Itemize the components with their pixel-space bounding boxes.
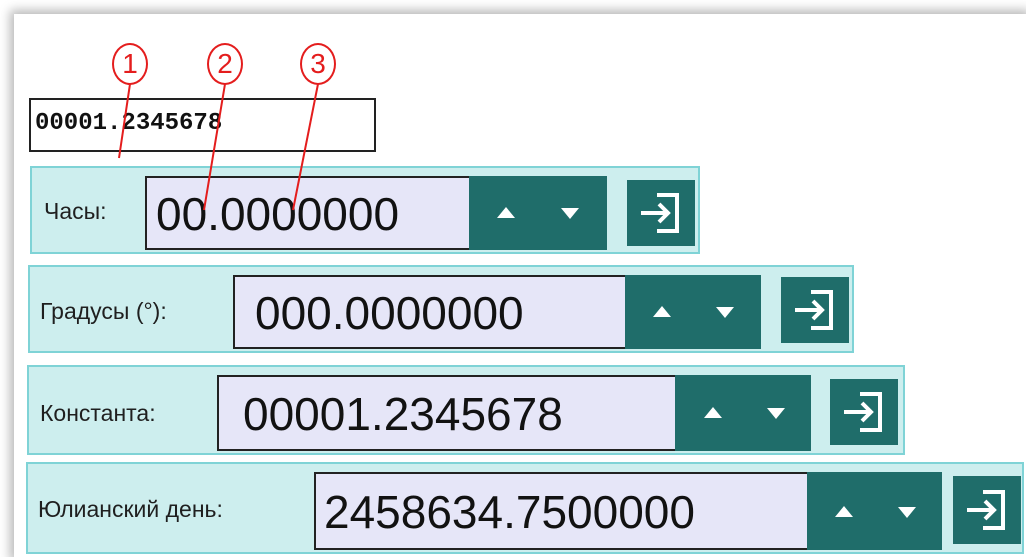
constant-value: 00001.2345678 bbox=[243, 388, 563, 440]
constant-label: Константа: bbox=[40, 400, 156, 426]
hours-label: Часы: bbox=[44, 198, 107, 224]
caret-down-icon[interactable] bbox=[716, 307, 734, 318]
hours-spinner bbox=[469, 176, 607, 250]
caret-down-icon[interactable] bbox=[767, 408, 785, 419]
degrees-label: Градусы (°): bbox=[40, 298, 167, 324]
degrees-spinner bbox=[625, 275, 761, 349]
callout-marker-3: 3 bbox=[300, 43, 336, 85]
caret-up-icon[interactable] bbox=[497, 207, 515, 218]
raw-value-field[interactable]: 00001.2345678 bbox=[29, 98, 376, 152]
caret-down-icon[interactable] bbox=[561, 208, 579, 219]
degrees-row: Градусы (°): 000.0000000 bbox=[28, 265, 854, 353]
degrees-input[interactable]: 000.0000000 bbox=[233, 275, 627, 349]
constant-apply-button[interactable] bbox=[830, 379, 898, 445]
enter-icon bbox=[844, 392, 882, 432]
degrees-apply-button[interactable] bbox=[781, 277, 849, 343]
caret-up-icon[interactable] bbox=[835, 506, 853, 517]
caret-down-icon[interactable] bbox=[898, 507, 916, 518]
enter-icon bbox=[641, 193, 679, 233]
degrees-value: 000.0000000 bbox=[255, 287, 524, 339]
julian-day-input[interactable]: 2458634.7500000 bbox=[314, 472, 832, 550]
hours-value: 00.0000000 bbox=[156, 188, 400, 240]
constant-input[interactable]: 00001.2345678 bbox=[217, 375, 677, 451]
callout-marker-2: 2 bbox=[207, 43, 243, 85]
julian-day-value: 2458634.7500000 bbox=[324, 486, 695, 538]
enter-icon bbox=[967, 490, 1005, 530]
julian-day-label: Юлианский день: bbox=[38, 496, 223, 522]
hours-row: Часы: 00.0000000 bbox=[30, 166, 700, 254]
callout-marker-1: 1 bbox=[112, 43, 148, 85]
hours-apply-button[interactable] bbox=[627, 180, 695, 246]
julian-day-apply-button[interactable] bbox=[953, 476, 1021, 544]
constant-row: Константа: 00001.2345678 bbox=[27, 365, 905, 455]
julian-day-row: Юлианский день: 2458634.7500000 bbox=[26, 462, 1024, 554]
julian-day-spinner bbox=[807, 472, 942, 550]
caret-up-icon[interactable] bbox=[704, 407, 722, 418]
constant-spinner bbox=[675, 375, 811, 451]
enter-icon bbox=[795, 290, 833, 330]
caret-up-icon[interactable] bbox=[653, 306, 671, 317]
hours-input[interactable]: 00.0000000 bbox=[145, 176, 471, 250]
